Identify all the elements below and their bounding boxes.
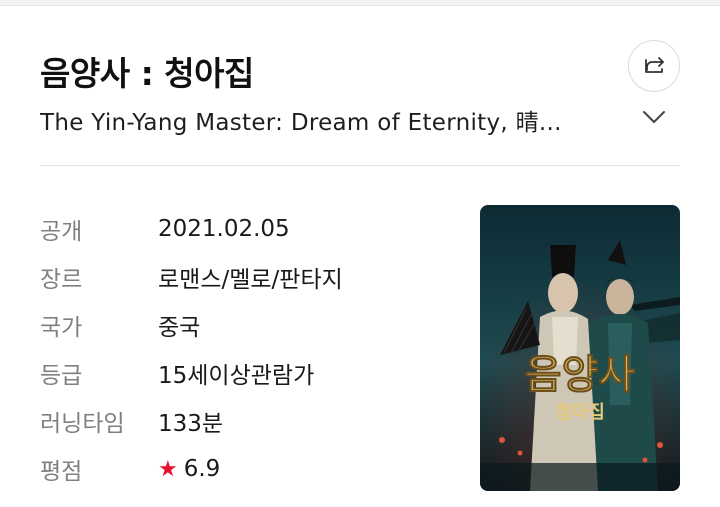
info-row-runtime: 러닝타임 133분: [40, 397, 343, 445]
grade-value: 15세이상관람가: [158, 363, 315, 389]
divider: [40, 165, 680, 166]
runtime-value: 133분: [158, 411, 224, 437]
info-row-rating-grade: 등급 15세이상관람가: [40, 349, 343, 397]
runtime-label: 러닝타임: [40, 411, 125, 437]
poster-title: 음양사: [525, 351, 636, 398]
original-title: The Yin-Yang Master: Dream of Eternity, …: [40, 110, 562, 136]
share-button[interactable]: [628, 40, 680, 92]
release-value: 2021.02.05: [158, 216, 290, 242]
movie-info-list: 공개 2021.02.05 장르 로맨스/멜로/판타지 국가 중국 등급 15세…: [40, 205, 343, 493]
info-row-country: 국가 중국: [40, 301, 343, 349]
score-value-wrap: ★ 6.9: [158, 456, 220, 482]
country-value: 중국: [158, 315, 201, 341]
movie-poster[interactable]: 음양사 청아집: [480, 205, 680, 491]
genre-value: 로맨스/멜로/판타지: [158, 267, 343, 293]
top-edge: [0, 0, 720, 6]
info-row-score: 평점 ★ 6.9: [40, 445, 343, 493]
country-label: 국가: [40, 315, 83, 341]
expand-title-button[interactable]: [638, 104, 670, 134]
share-icon: [641, 51, 667, 81]
poster-artwork: 음양사 청아집: [480, 205, 680, 491]
info-row-release: 공개 2021.02.05: [40, 205, 343, 253]
release-label: 공개: [40, 219, 83, 245]
grade-label: 등급: [40, 363, 83, 389]
poster-subtitle: 청아집: [555, 402, 605, 423]
score-value: 6.9: [183, 456, 221, 482]
info-row-genre: 장르 로맨스/멜로/판타지: [40, 253, 343, 301]
chevron-down-icon: [641, 108, 667, 130]
score-label: 평점: [40, 459, 83, 485]
star-icon: ★: [158, 457, 178, 482]
genre-label: 장르: [40, 267, 83, 293]
page-title: 음양사 : 청아집: [40, 54, 254, 93]
